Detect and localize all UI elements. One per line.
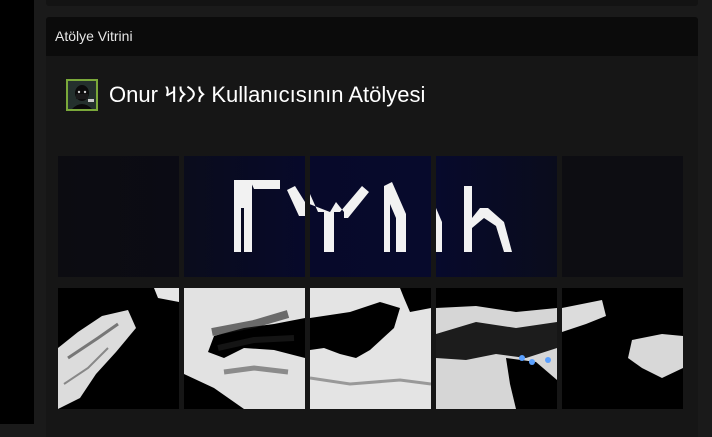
previous-panel-edge (46, 0, 698, 6)
workshop-item-tile[interactable] (58, 156, 179, 277)
workshop-title[interactable]: Onur 𐰆𐰣𐰆𐰺 Kullanıcısının Atölyesi (109, 82, 425, 108)
banner-tile-image (436, 156, 557, 277)
banner-tile-image (562, 156, 683, 277)
workshop-item-tile[interactable] (184, 288, 305, 409)
workshop-item-tile[interactable] (184, 156, 305, 277)
banner-tile-image (58, 156, 179, 277)
masked-person-avatar-icon (68, 81, 96, 109)
workshop-item-tile[interactable] (310, 288, 431, 409)
workshop-item-grid (58, 156, 685, 411)
workshop-item-tile[interactable] (436, 156, 557, 277)
showcase-header: Atölye Vitrini (46, 17, 698, 56)
workshop-item-tile[interactable] (436, 288, 557, 409)
map-tile-image (436, 288, 557, 409)
map-tile-image (58, 288, 179, 409)
workshop-item-tile[interactable] (562, 288, 683, 409)
workshop-item-tile[interactable] (58, 288, 179, 409)
banner-tile-image (184, 156, 305, 277)
workshop-item-tile[interactable] (310, 156, 431, 277)
banner-tile-image (310, 156, 431, 277)
left-rail (0, 0, 34, 424)
showcase-body: Onur 𐰆𐰣𐰆𐰺 Kullanıcısının Atölyesi (46, 56, 698, 437)
workshop-item-tile[interactable] (562, 156, 683, 277)
avatar[interactable] (66, 79, 98, 111)
map-tile-image (562, 288, 683, 409)
workshop-title-row: Onur 𐰆𐰣𐰆𐰺 Kullanıcısının Atölyesi (66, 77, 425, 113)
workshop-showcase: Atölye Vitrini Onur 𐰆𐰣𐰆𐰺 Kullanıcısının … (46, 17, 698, 437)
map-tile-image (310, 288, 431, 409)
map-tile-image (184, 288, 305, 409)
